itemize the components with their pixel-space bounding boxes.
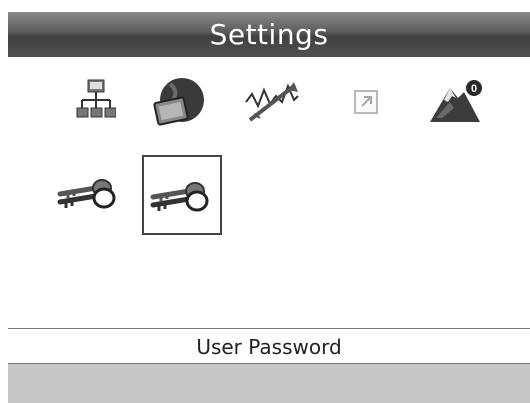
alert-badge: 0 — [471, 83, 477, 95]
globe-screen-icon[interactable] — [152, 76, 210, 128]
page-title: Settings — [209, 18, 329, 51]
keys-icon[interactable] — [56, 166, 122, 218]
mountain-alert-icon[interactable]: 0 — [428, 78, 484, 126]
selected-item-label: User Password — [196, 334, 342, 359]
status-bar: User Password — [8, 330, 530, 363]
network-icon[interactable] — [76, 78, 116, 124]
keys-icon-selected[interactable] — [142, 155, 222, 235]
title-bar: Settings — [8, 12, 530, 57]
shortcut-arrow-icon[interactable] — [352, 88, 380, 116]
signal-analyzer-icon[interactable] — [244, 80, 300, 124]
status-divider-top — [8, 328, 530, 329]
footer-bar — [8, 364, 530, 403]
